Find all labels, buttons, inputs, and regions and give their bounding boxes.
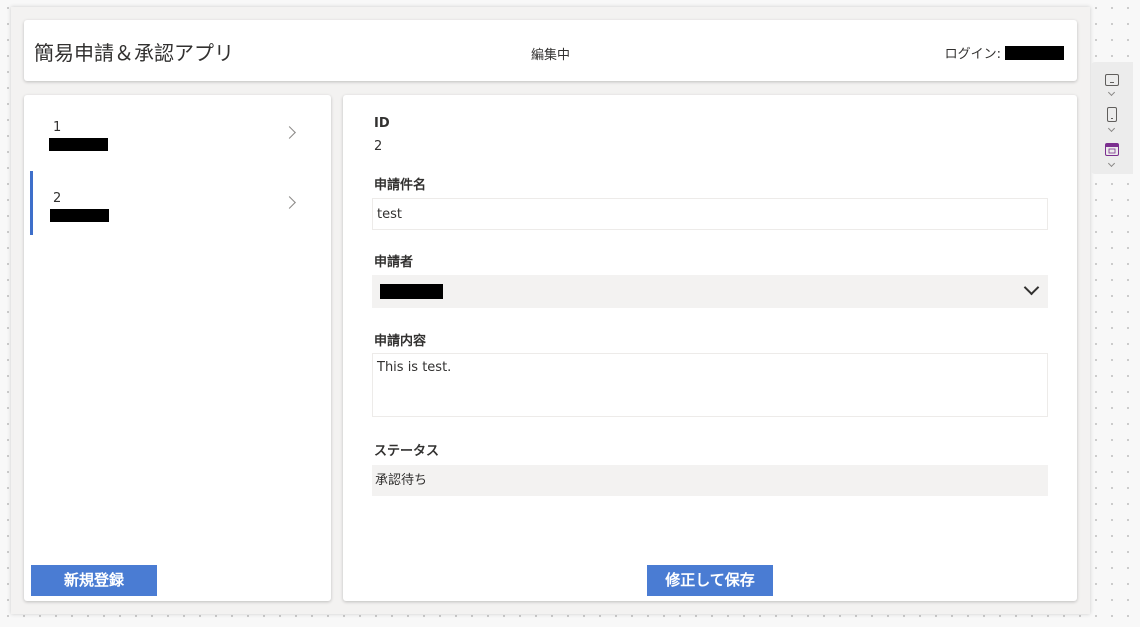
- header-bar: 簡易申請＆承認アプリ 編集中 ログイン:: [24, 20, 1077, 81]
- id-label: ID: [374, 116, 390, 131]
- applicant-label: 申請者: [374, 255, 414, 270]
- device-preview-panel: [1091, 62, 1133, 174]
- save-changes-button[interactable]: 修正して保存: [647, 565, 773, 596]
- chevron-down-icon[interactable]: [1107, 88, 1116, 97]
- status-value: 承認待ち: [372, 465, 1048, 496]
- chevron-down-icon[interactable]: [1107, 124, 1116, 133]
- mode-label: 編集中: [530, 48, 570, 63]
- app-canvas: 簡易申請＆承認アプリ 編集中 ログイン: 1 2 新規登録 ID 2 申請件名 …: [11, 7, 1090, 614]
- redacted-item-title: [50, 209, 109, 222]
- request-content-label: 申請内容: [374, 334, 427, 349]
- applicant-dropdown[interactable]: [372, 275, 1048, 308]
- status-label: ステータス: [374, 444, 440, 459]
- new-registration-button[interactable]: 新規登録: [31, 565, 157, 596]
- tablet-icon[interactable]: [1105, 74, 1119, 86]
- gallery-item-id: 1: [53, 120, 62, 135]
- login-label: ログイン:: [944, 47, 1001, 62]
- chevron-down-icon[interactable]: [1023, 279, 1040, 296]
- request-title-input[interactable]: [372, 198, 1048, 230]
- edit-form: ID 2 申請件名 申請者 申請内容 This is test. ステータス 承…: [343, 95, 1077, 601]
- chevron-down-icon[interactable]: [1107, 159, 1116, 168]
- login-info: ログイン:: [945, 43, 1064, 62]
- gallery-item[interactable]: 1: [24, 95, 331, 159]
- request-title-label: 申請件名: [374, 178, 427, 193]
- chevron-right-icon[interactable]: [283, 126, 296, 139]
- request-content-textarea[interactable]: This is test.: [372, 353, 1048, 417]
- redacted-user-name: [1005, 45, 1064, 60]
- redacted-item-title: [49, 138, 108, 151]
- gallery-item-id: 2: [53, 191, 62, 206]
- id-value: 2: [374, 139, 383, 154]
- gallery-item-selected[interactable]: 2: [24, 171, 331, 235]
- redacted-applicant-name: [380, 284, 443, 299]
- phone-icon[interactable]: [1107, 107, 1117, 122]
- calendar-icon[interactable]: [1105, 143, 1119, 156]
- chevron-right-icon[interactable]: [283, 196, 296, 209]
- request-gallery: 1 2 新規登録: [24, 95, 331, 601]
